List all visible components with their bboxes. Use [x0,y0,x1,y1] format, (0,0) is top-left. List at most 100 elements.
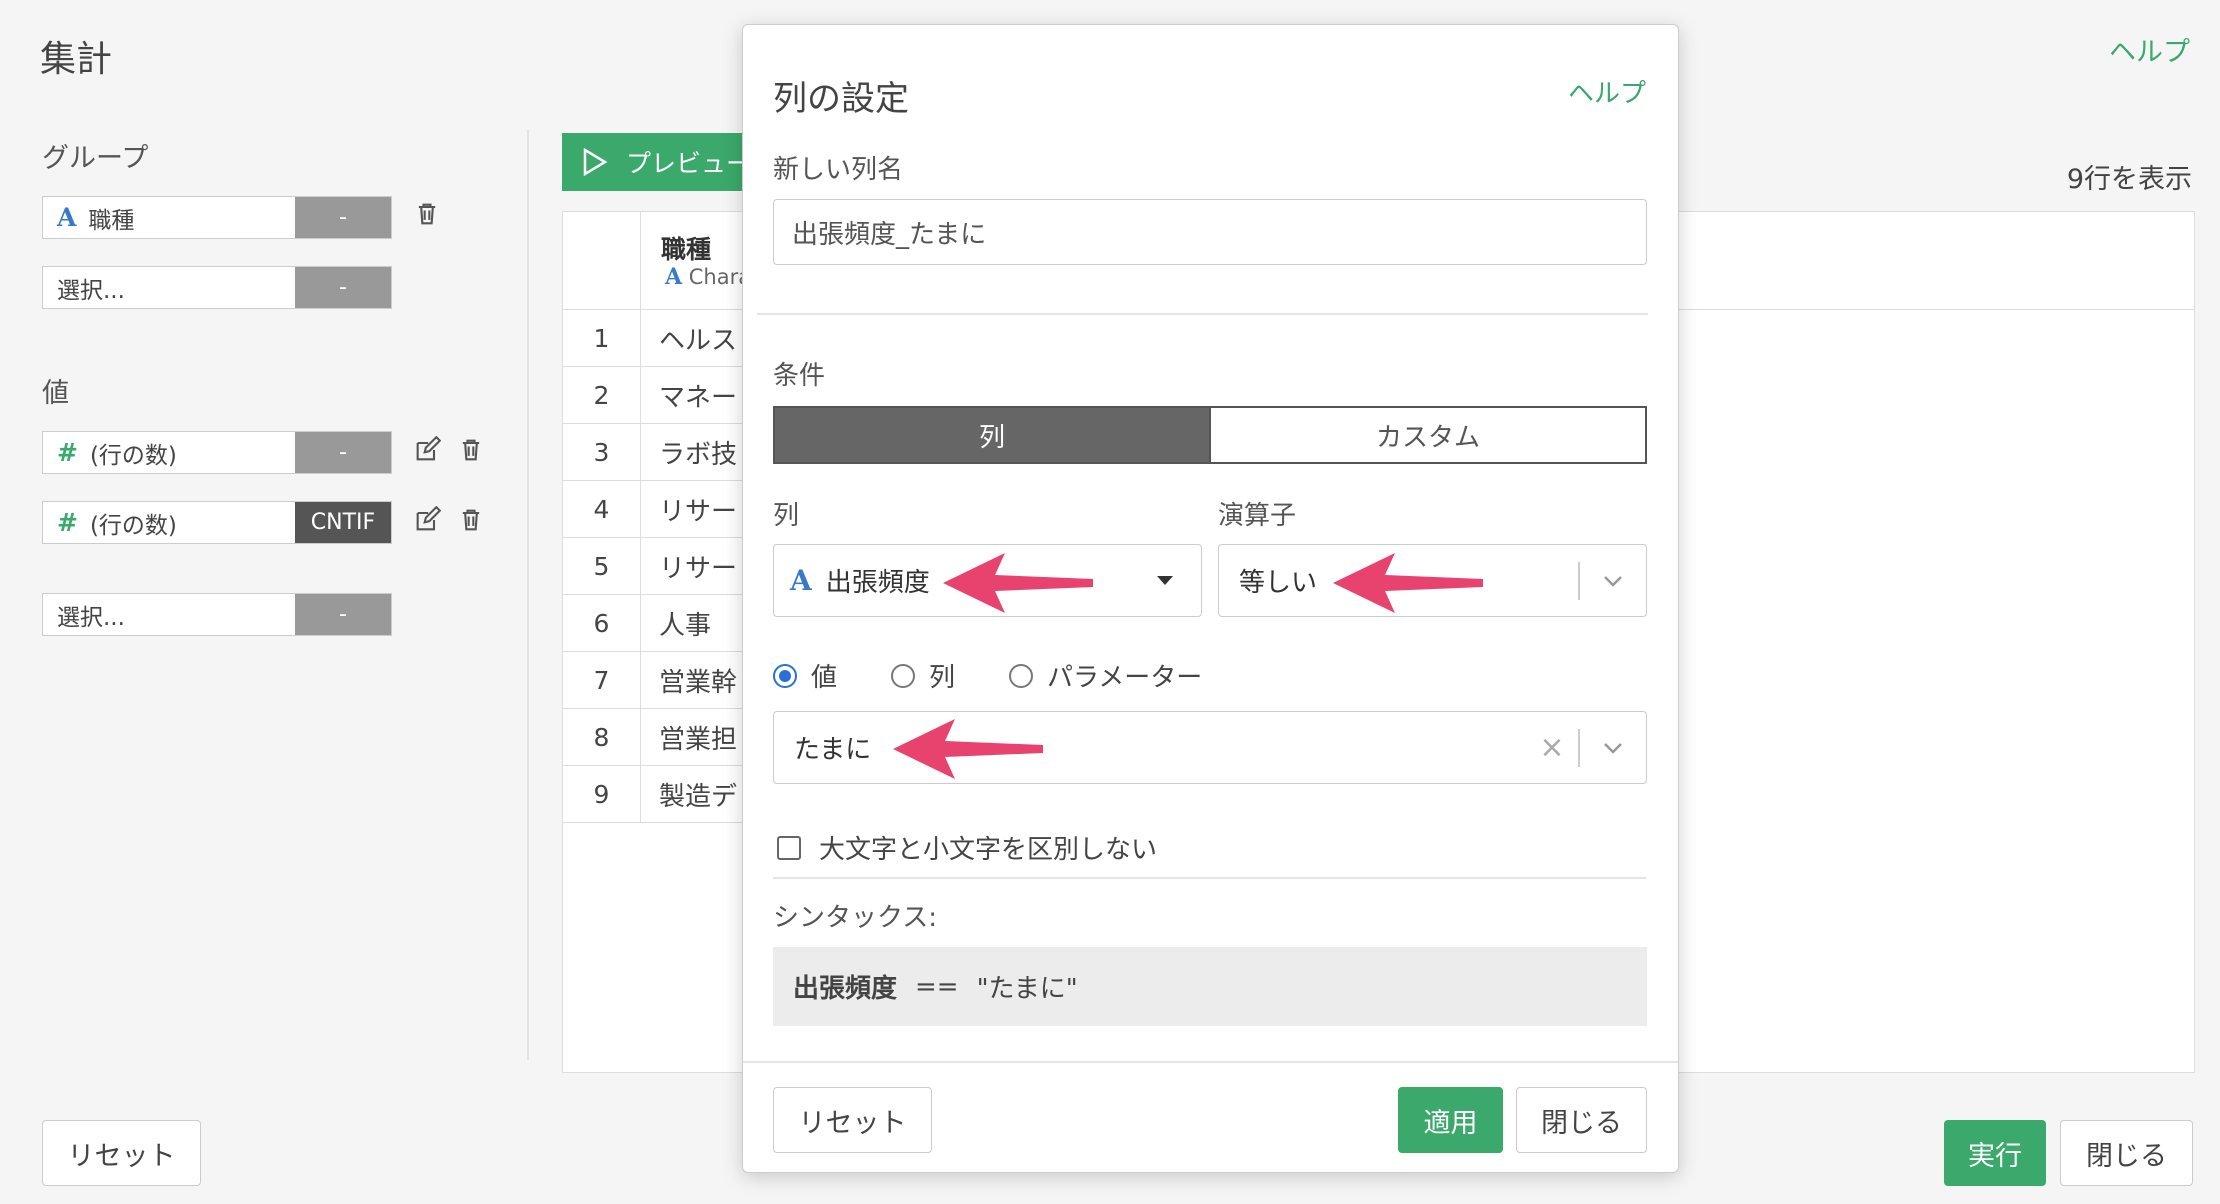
radio-column[interactable] [891,663,916,688]
aggregate-function-button[interactable]: - [295,432,391,473]
radio-parameter[interactable] [1009,663,1034,688]
new-column-name-label: 新しい列名 [773,155,904,185]
column-header-name[interactable]: 職種 [661,230,711,266]
divider [743,1061,1678,1063]
close-button[interactable]: 閉じる [2060,1120,2193,1186]
aggregate-function-button[interactable]: - [295,197,391,238]
operator-label: 演算子 [1218,501,1297,531]
numeric-type-icon: # [57,508,78,537]
radio-value-label: 値 [811,663,838,693]
caret-down-icon [1157,576,1173,585]
edit-icon[interactable] [413,436,441,464]
aggregate-function-button[interactable]: CNTIF [295,502,391,543]
radio-parameter-label: パラメーター [1047,663,1203,693]
table-row: 9 製造デ [563,766,743,823]
cell-value: ラボ技 [659,439,738,470]
apply-button[interactable]: 適用 [1398,1087,1503,1153]
clear-icon[interactable]: × [1526,730,1578,765]
value-field-2[interactable]: # (行の数) CNTIF [42,501,392,544]
table-row: 6 人事 [563,595,743,652]
value-field-1[interactable]: # (行の数) - [42,431,392,474]
annotation-arrow-icon [1333,553,1483,613]
table-row: 8 営業担 [563,709,743,766]
table-row: 4 リサー [563,481,743,538]
page-title: 集計 [40,39,113,80]
cell-value: リサー [659,496,738,527]
trash-icon[interactable] [413,200,441,228]
cell-value: 人事 [659,610,712,641]
group-field-select[interactable]: 選択... - [42,266,392,309]
panel-divider [527,130,529,1060]
row-number: 3 [563,424,641,480]
table-row: 2 マネー [563,367,743,424]
dialog-close-button[interactable]: 閉じる [1516,1087,1647,1153]
column-header-type: A Chara [665,264,751,290]
divider [757,313,1648,315]
case-insensitive-option[interactable]: 大文字と小文字を区別しない [777,829,1157,866]
character-type-icon: A [665,264,683,290]
syntax-value: "たまに" [976,974,1078,1004]
chevron-down-icon[interactable] [1580,733,1646,763]
condition-label: 条件 [773,361,826,391]
syntax-column: 出張頻度 [793,974,898,1004]
dialog-title: 列の設定 [773,79,909,119]
table-row: 3 ラボ技 [563,424,743,481]
edit-icon[interactable] [413,506,441,534]
cell-value: ヘルス [659,325,738,356]
trash-icon[interactable] [457,506,485,534]
cell-value: 営業幹 [659,667,738,698]
divider [773,877,1646,879]
row-number: 5 [563,538,641,594]
group-section-label: グループ [42,143,149,174]
annotation-arrow-icon [943,553,1093,613]
radio-value[interactable] [773,663,797,688]
row-number-header [563,212,641,310]
aggregate-function-button[interactable]: - [295,594,391,635]
character-type-icon: A [790,564,812,597]
table-row: 7 営業幹 [563,652,743,709]
syntax-label: シンタックス: [773,903,937,933]
cell-value: 営業担 [659,724,738,755]
chevron-down-icon [1604,575,1622,587]
group-field-1[interactable]: A 職種 - [42,196,392,239]
case-insensitive-label: 大文字と小文字を区別しない [819,835,1158,865]
reset-button[interactable]: リセット [42,1120,201,1186]
numeric-type-icon: # [57,438,78,467]
preview-button[interactable]: プレビュー [562,133,762,191]
case-insensitive-checkbox[interactable] [777,835,801,860]
tab-custom[interactable]: カスタム [1209,408,1645,462]
row-number: 7 [563,652,641,708]
dialog-reset-button[interactable]: リセット [773,1087,932,1153]
row-number: 1 [563,310,641,366]
radio-column-label: 列 [929,663,956,693]
value-field-text: (行の数) [89,512,177,539]
group-select-placeholder: 選択... [57,277,125,304]
annotation-arrow-icon [893,719,1043,779]
syntax-preview: 出張頻度 == "たまに" [773,947,1647,1026]
cell-value: マネー [659,382,738,413]
value-section-label: 値 [42,378,69,409]
column-label: 列 [773,501,800,531]
cell-value: リサー [659,553,738,584]
row-number: 9 [563,766,641,822]
dialog-help-link[interactable]: ヘルプ [1568,73,1646,110]
cell-value: 製造デ [659,781,738,812]
character-type-icon: A [57,203,77,232]
preview-label: プレビュー [626,149,752,178]
value-field-select[interactable]: 選択... - [42,593,392,636]
row-number: 6 [563,595,641,651]
table-row: 5 リサー [563,538,743,595]
run-button[interactable]: 実行 [1944,1120,2046,1186]
group-field-text: 職種 [88,207,135,234]
trash-icon[interactable] [457,436,485,464]
value-field-text: (行の数) [89,442,177,469]
help-link[interactable]: ヘルプ [2109,30,2190,69]
value-type-radio-group: 値 列 パラメーター [773,657,1202,694]
value-select-placeholder: 選択... [57,604,125,631]
aggregate-function-button[interactable]: - [295,267,391,308]
condition-mode-toggle: 列 カスタム [773,406,1647,464]
row-number: 2 [563,367,641,423]
table-row: 1 ヘルス [563,310,743,367]
new-column-name-input[interactable]: 出張頻度_たまに [773,199,1647,265]
tab-column[interactable]: 列 [775,408,1209,462]
